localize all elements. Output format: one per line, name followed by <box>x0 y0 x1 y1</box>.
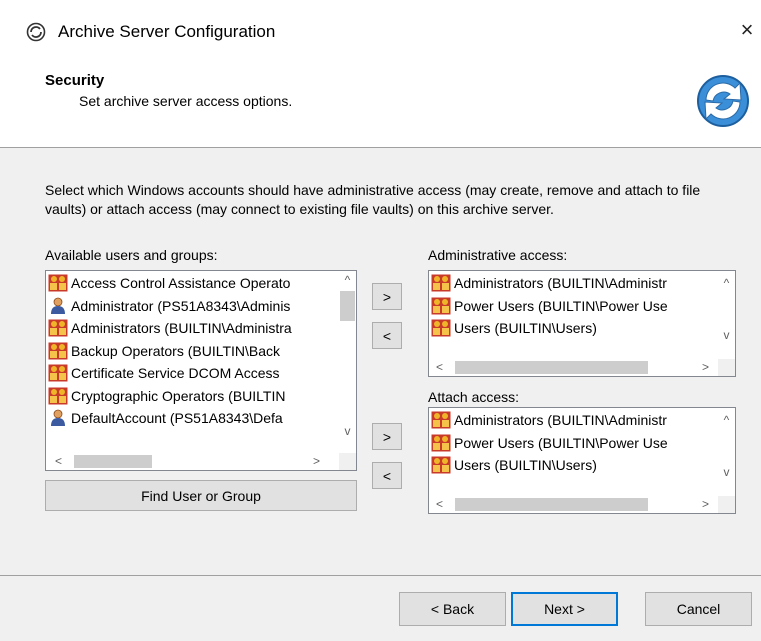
admin-hscroll[interactable]: < > <box>429 359 718 376</box>
add-attach-button[interactable]: > <box>372 423 402 450</box>
scroll-thumb[interactable] <box>340 291 355 321</box>
next-button[interactable]: Next > <box>511 592 618 626</box>
list-item-label: DefaultAccount (PS51A8343\Defa <box>71 410 283 427</box>
list-item[interactable]: Power Users (BUILTIN\Power Use <box>431 295 717 318</box>
list-item[interactable]: Administrators (BUILTIN\Administra <box>48 317 338 340</box>
list-item-label: Administrator (PS51A8343\Adminis <box>71 297 291 314</box>
list-item-label: Access Control Assistance Operato <box>71 275 291 292</box>
list-item-label: Administrators (BUILTIN\Administr <box>454 275 667 292</box>
group-icon <box>431 319 454 337</box>
attach-vscroll[interactable]: ^ v <box>718 408 735 498</box>
list-item-label: Certificate Service DCOM Access <box>71 365 280 382</box>
admin-vscroll[interactable]: ^ v <box>718 271 735 361</box>
footer-divider <box>0 575 761 576</box>
user-icon <box>48 297 71 315</box>
back-button[interactable]: < Back <box>399 592 506 626</box>
list-item[interactable]: Access Control Assistance Operato <box>48 272 338 295</box>
find-user-or-group-button[interactable]: Find User or Group <box>45 480 357 511</box>
group-icon <box>431 434 454 452</box>
admin-access-label: Administrative access: <box>428 247 568 263</box>
archive-server-icon <box>26 22 46 42</box>
list-item[interactable]: Certificate Service DCOM Access <box>48 362 338 385</box>
instructions-text: Select which Windows accounts should hav… <box>45 182 701 217</box>
scroll-right-arrow[interactable]: > <box>697 496 714 513</box>
scroll-thumb[interactable] <box>74 455 152 468</box>
attach-access-label: Attach access: <box>428 389 520 405</box>
scroll-down-arrow[interactable]: v <box>718 327 735 344</box>
scroll-right-arrow[interactable]: > <box>308 453 325 470</box>
group-icon <box>48 387 71 405</box>
scroll-up-arrow[interactable]: ^ <box>718 412 735 429</box>
list-item-label: Users (BUILTIN\Users) <box>454 320 597 337</box>
user-icon <box>48 409 71 427</box>
group-icon <box>431 297 454 315</box>
group-icon <box>48 364 71 382</box>
group-icon <box>431 411 454 429</box>
scroll-left-arrow[interactable]: < <box>50 453 67 470</box>
list-item[interactable]: Administrators (BUILTIN\Administr <box>431 409 717 432</box>
list-item[interactable]: Administrators (BUILTIN\Administr <box>431 272 717 295</box>
available-vscroll[interactable]: ^ v <box>339 271 356 455</box>
remove-admin-button[interactable]: < <box>372 322 402 349</box>
scroll-thumb[interactable] <box>455 361 648 374</box>
close-button[interactable]: × <box>736 18 758 42</box>
list-item[interactable]: DefaultAccount (PS51A8343\Defa <box>48 407 338 430</box>
list-item-label: Power Users (BUILTIN\Power Use <box>454 297 668 314</box>
list-item[interactable]: Users (BUILTIN\Users) <box>431 454 717 477</box>
scroll-corner <box>339 453 356 470</box>
remove-attach-button[interactable]: < <box>372 462 402 489</box>
scroll-left-arrow[interactable]: < <box>431 496 448 513</box>
group-icon <box>48 342 71 360</box>
window-title: Archive Server Configuration <box>58 22 276 41</box>
scroll-down-arrow[interactable]: v <box>718 464 735 481</box>
attach-hscroll[interactable]: < > <box>429 496 718 513</box>
scroll-left-arrow[interactable]: < <box>431 359 448 376</box>
group-icon <box>48 319 71 337</box>
group-icon <box>431 456 454 474</box>
scroll-corner <box>718 359 735 376</box>
scroll-corner <box>718 496 735 513</box>
page-subtitle: Set archive server access options. <box>79 93 293 109</box>
list-item[interactable]: Administrator (PS51A8343\Adminis <box>48 295 338 318</box>
list-item[interactable]: Users (BUILTIN\Users) <box>431 317 717 340</box>
group-icon <box>48 274 71 292</box>
scroll-down-arrow[interactable]: v <box>339 423 356 440</box>
scroll-thumb[interactable] <box>455 498 648 511</box>
list-item-label: Backup Operators (BUILTIN\Back <box>71 342 281 359</box>
list-item-label: Cryptographic Operators (BUILTIN <box>71 387 286 404</box>
list-item[interactable]: Backup Operators (BUILTIN\Back <box>48 340 338 363</box>
add-admin-button[interactable]: > <box>372 283 402 310</box>
available-label: Available users and groups: <box>45 247 218 263</box>
available-users-list[interactable]: Access Control Assistance Operato Adminis… <box>45 270 357 471</box>
list-item[interactable]: Power Users (BUILTIN\Power Use <box>431 432 717 455</box>
scroll-up-arrow[interactable]: ^ <box>339 272 356 289</box>
admin-access-list[interactable]: Administrators (BUILTIN\Administr Power U… <box>428 270 736 377</box>
cancel-button[interactable]: Cancel <box>645 592 752 626</box>
scroll-up-arrow[interactable]: ^ <box>718 275 735 292</box>
list-item-label: Users (BUILTIN\Users) <box>454 457 597 474</box>
list-item-label: Administrators (BUILTIN\Administra <box>71 320 292 337</box>
list-item-label: Administrators (BUILTIN\Administr <box>454 412 667 429</box>
available-hscroll[interactable]: < > <box>46 453 339 470</box>
scroll-right-arrow[interactable]: > <box>697 359 714 376</box>
group-icon <box>431 274 454 292</box>
page-title: Security <box>45 72 105 89</box>
refresh-sync-icon <box>697 75 749 127</box>
list-item-label: Power Users (BUILTIN\Power Use <box>454 434 668 451</box>
attach-access-list[interactable]: Administrators (BUILTIN\Administr Power U… <box>428 407 736 514</box>
list-item[interactable]: Cryptographic Operators (BUILTIN <box>48 385 338 408</box>
